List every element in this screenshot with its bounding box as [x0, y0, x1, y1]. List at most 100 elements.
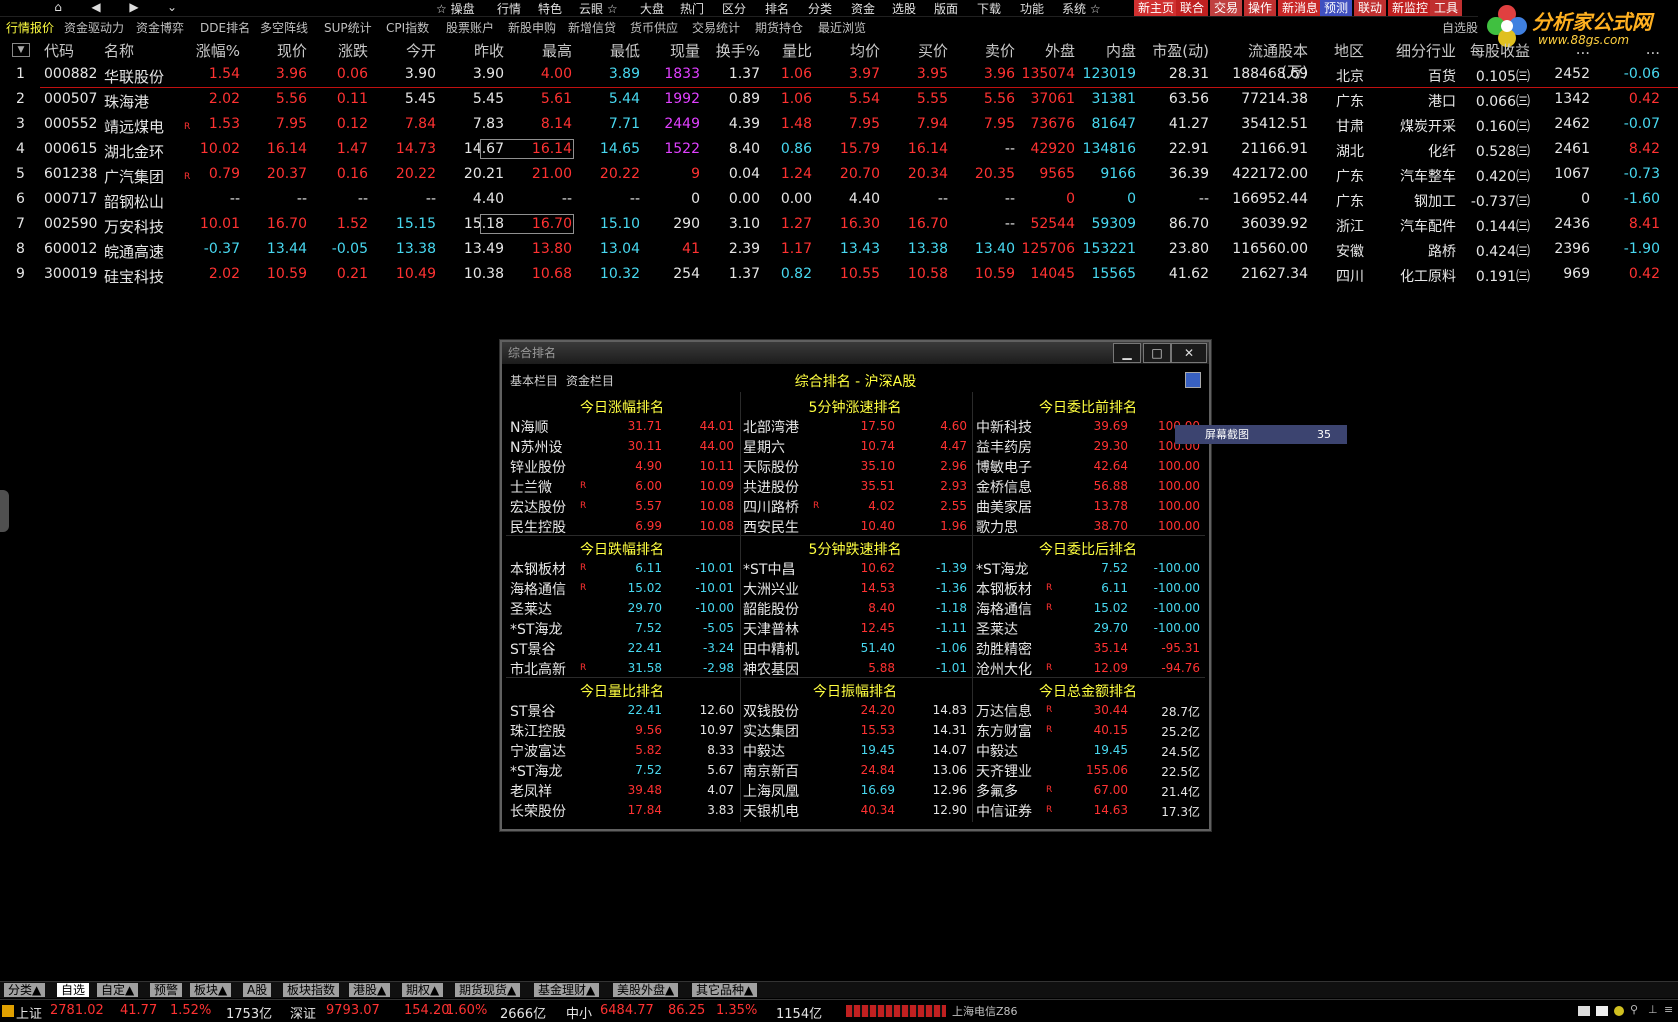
ranking-row[interactable]: 实达集团 15.53 14.31 — [739, 720, 971, 740]
column-header[interactable]: 内盘 — [1056, 40, 1136, 62]
menu-item[interactable]: 选股 — [892, 0, 916, 17]
market-tab[interactable]: 美股外盘▲ — [613, 983, 679, 997]
ranking-row[interactable]: 士兰微 R 6.00 10.09 — [506, 476, 738, 496]
menu-item[interactable]: 特色 — [538, 0, 562, 17]
market-tab[interactable]: A股 — [243, 983, 272, 997]
market-tab[interactable]: 自定▲ — [97, 983, 139, 997]
ranking-row[interactable]: 沧州大化 R 12.09 -94.76 — [972, 658, 1204, 678]
menu-icon[interactable]: ≡ — [1664, 1003, 1673, 1016]
market-tab[interactable]: 板块指数 — [283, 983, 340, 997]
stock-code[interactable]: 000507 — [44, 91, 97, 107]
ranking-row[interactable]: 万达信息 R 30.44 28.7亿 — [972, 700, 1204, 720]
ranking-row[interactable]: 天际股份 35.10 2.96 — [739, 456, 971, 476]
sme-index-label[interactable]: 中小 — [566, 1003, 592, 1022]
sh-index-label[interactable]: 上证 — [16, 1003, 42, 1022]
column-header[interactable]: ... — [1510, 40, 1590, 62]
ranking-row[interactable]: 多氟多 R 67.00 21.4亿 — [972, 780, 1204, 800]
market-tab[interactable]: 其它品种▲ — [692, 983, 758, 997]
menu-item[interactable]: ☆ 操盘 — [436, 0, 475, 17]
tab-7[interactable]: 股票账户 — [446, 19, 494, 36]
ranking-row[interactable]: ST景谷 22.41 12.60 — [506, 700, 738, 720]
ranking-row[interactable]: 神农基因 5.88 -1.01 — [739, 658, 971, 678]
ranking-row[interactable]: 锌业股份 4.90 10.11 — [506, 456, 738, 476]
ranking-row[interactable]: 中毅达 19.45 24.5亿 — [972, 740, 1204, 760]
minimize-button[interactable]: ▁ — [1113, 343, 1141, 363]
ranking-row[interactable]: 中毅达 19.45 14.07 — [739, 740, 971, 760]
quick-button[interactable]: 联合 — [1176, 0, 1209, 16]
ranking-row[interactable]: 上海凤凰 16.69 12.96 — [739, 780, 971, 800]
ranking-row[interactable]: 圣莱达 29.70 -100.00 — [972, 618, 1204, 638]
bell-icon[interactable] — [1614, 1006, 1624, 1016]
market-tab[interactable]: 期权▲ — [402, 983, 444, 997]
stock-code[interactable]: 300019 — [44, 266, 97, 282]
stock-code[interactable]: 000882 — [44, 66, 97, 82]
ranking-row[interactable]: 双钱股份 24.20 14.83 — [739, 700, 971, 720]
quick-button[interactable]: 新消息 — [1278, 0, 1323, 16]
market-tab[interactable]: 港股▲ — [349, 983, 391, 997]
menu-item[interactable]: 排名 — [765, 0, 789, 17]
ranking-row[interactable]: 北部湾港 17.50 4.60 — [739, 416, 971, 436]
ranking-row[interactable]: 星期六 10.74 4.47 — [739, 436, 971, 456]
quick-button[interactable]: 新监控 — [1388, 0, 1433, 16]
forward-icon[interactable]: ▶ — [124, 0, 144, 15]
column-header[interactable]: 细分行业 — [1376, 40, 1456, 62]
quick-button[interactable]: 交易 — [1210, 0, 1243, 16]
ranking-row[interactable]: 民生控股 6.99 10.08 — [506, 516, 738, 536]
ranking-row[interactable]: *ST中昌 10.62 -1.39 — [739, 558, 971, 578]
ranking-row[interactable]: 曲美家居 13.78 100.00 — [972, 496, 1204, 516]
menu-item[interactable]: 功能 — [1020, 0, 1044, 17]
menu-item[interactable]: 系统 ☆ — [1062, 0, 1101, 17]
message-icon[interactable] — [1578, 1006, 1590, 1016]
column-header[interactable]: ... — [1580, 40, 1660, 62]
quick-button[interactable]: 工具 — [1430, 0, 1463, 16]
quick-button[interactable]: 联动 — [1354, 0, 1387, 16]
market-tab[interactable]: 预警 — [150, 983, 183, 997]
tab-8[interactable]: 新股申购 — [508, 19, 556, 36]
column-header[interactable]: 名称 — [104, 40, 134, 62]
stock-code[interactable]: 002590 — [44, 216, 97, 232]
home-icon[interactable]: ⌂ — [48, 0, 68, 15]
ranking-row[interactable]: 东方财富 R 40.15 25.2亿 — [972, 720, 1204, 740]
quick-button[interactable]: 新主页 — [1134, 0, 1179, 16]
tab-10[interactable]: 货币供应 — [630, 19, 678, 36]
ranking-row[interactable]: 大洲兴业 14.53 -1.36 — [739, 578, 971, 598]
tab-3[interactable]: DDE排名 — [200, 19, 250, 36]
ranking-row[interactable]: 南京新百 24.84 13.06 — [739, 760, 971, 780]
market-tab[interactable]: 期货现货▲ — [455, 983, 521, 997]
maximize-button[interactable]: □ — [1143, 343, 1171, 363]
server-name[interactable]: 上海电信Z86 — [952, 1003, 1018, 1019]
ranking-row[interactable]: *ST海龙 7.52 -100.00 — [972, 558, 1204, 578]
market-tab[interactable]: 分类▲ — [4, 983, 46, 997]
ranking-row[interactable]: 天齐锂业 155.06 22.5亿 — [972, 760, 1204, 780]
ranking-row[interactable]: 本钢板材 R 6.11 -100.00 — [972, 578, 1204, 598]
ranking-row[interactable]: 中新科技39.69100.00 — [972, 416, 1204, 436]
watchlist-tab[interactable]: 自选股 — [1442, 19, 1478, 36]
tab-13[interactable]: 最近浏览 — [818, 19, 866, 36]
ranking-row[interactable]: *ST海龙 7.52 5.67 — [506, 760, 738, 780]
stock-code[interactable]: 601238 — [44, 166, 97, 182]
menu-item[interactable]: 资金 — [851, 0, 875, 17]
menu-item[interactable]: 云眼 ☆ — [579, 0, 618, 17]
ranking-row[interactable]: 韶能股份 8.40 -1.18 — [739, 598, 971, 618]
ranking-row[interactable]: 宏达股份 R 5.57 10.08 — [506, 496, 738, 516]
ranking-row[interactable]: 珠江控股 9.56 10.97 — [506, 720, 738, 740]
menu-item[interactable]: 分类 — [808, 0, 832, 17]
tab-12[interactable]: 期货持仓 — [755, 19, 803, 36]
tab-4[interactable]: 多空阵线 — [260, 19, 308, 36]
stock-name[interactable]: 珠海港 — [104, 91, 149, 112]
column-header[interactable]: 地区 — [1284, 40, 1364, 62]
quick-button[interactable]: 操作 — [1244, 0, 1277, 16]
menu-item[interactable]: 热门 — [680, 0, 704, 17]
ranking-row[interactable]: 西安民生 10.40 1.96 — [739, 516, 971, 536]
ranking-row[interactable]: 市北高新 R 31.58 -2.98 — [506, 658, 738, 678]
ranking-row[interactable]: 本钢板材 R 6.11 -10.01 — [506, 558, 738, 578]
close-button[interactable]: ✕ — [1171, 343, 1207, 363]
ranking-row[interactable]: N苏州设 30.11 44.00 — [506, 436, 738, 456]
tab-5[interactable]: SUP统计 — [324, 19, 372, 36]
tab-11[interactable]: 交易统计 — [692, 19, 740, 36]
ranking-row[interactable]: ST景谷 22.41 -3.24 — [506, 638, 738, 658]
ranking-row[interactable]: 海格通信 R 15.02 -10.01 — [506, 578, 738, 598]
stock-code[interactable]: 000615 — [44, 141, 97, 157]
tab-1[interactable]: 资金驱动力 — [64, 19, 124, 36]
side-collapse-handle[interactable] — [0, 490, 9, 532]
